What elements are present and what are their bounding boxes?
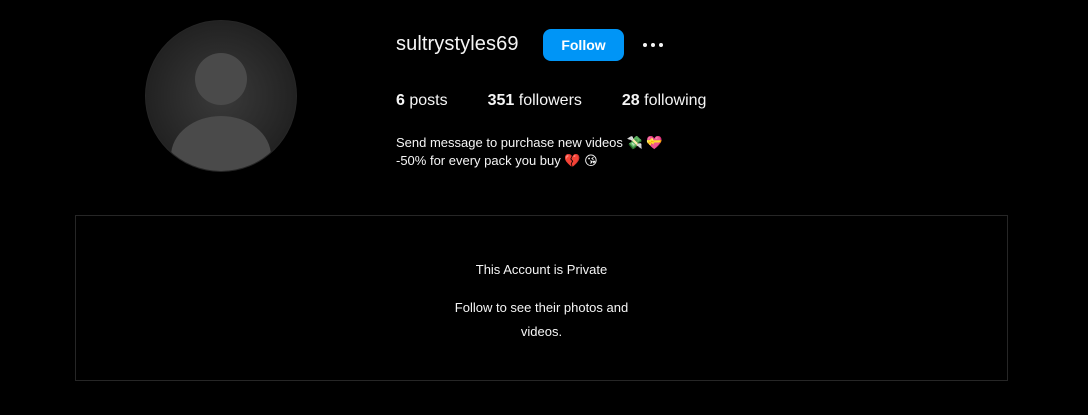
more-dot [643,43,647,47]
bio-line-1: Send message to purchase new videos 💸 💝 [396,135,663,150]
follow-button[interactable]: Follow [543,29,624,61]
following-stat[interactable]: 28 following [622,92,707,110]
bio-line-2: -50% for every pack you buy 💔 😘 [396,153,598,168]
private-subtitle: Follow to see their photos and videos. [454,300,629,339]
more-options-button[interactable] [640,34,666,56]
more-dot [651,43,655,47]
avatar-placeholder-icon [171,53,271,171]
private-account-notice: This Account is Private Follow to see th… [75,215,1008,381]
following-label: following [644,92,707,109]
posts-label: posts [409,92,448,109]
profile-page: sultrystyles69 Follow 6 posts 351 follow… [0,0,1088,415]
followers-stat[interactable]: 351 followers [488,92,582,110]
posts-stat: 6 posts [396,92,448,110]
profile-bio: Send message to purchase new videos 💸 💝 … [396,134,663,170]
followers-label: followers [518,92,582,109]
followers-count: 351 [487,92,515,109]
profile-stats: 6 posts 351 followers 28 following [396,92,746,110]
profile-avatar[interactable] [145,20,297,172]
more-dot [659,43,663,47]
profile-username: sultrystyles69 [396,33,519,55]
following-count: 28 [621,92,640,109]
private-title: This Account is Private [475,262,608,277]
posts-count: 6 [396,92,405,109]
